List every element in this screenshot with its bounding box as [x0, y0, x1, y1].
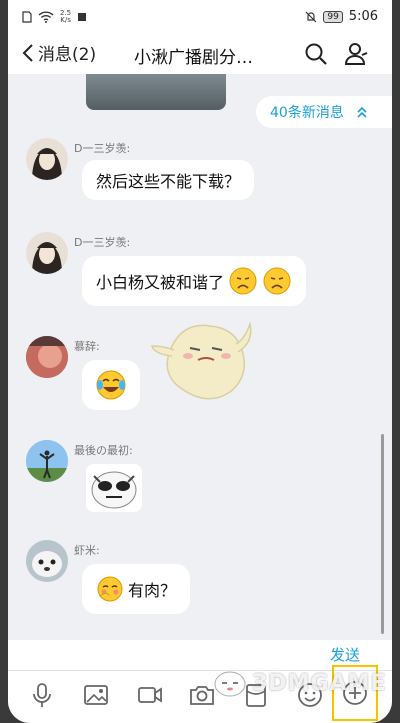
avatar[interactable] [26, 336, 68, 378]
sim-icon [22, 11, 32, 23]
new-messages-button[interactable]: 40条新消息 [256, 96, 392, 128]
clock: 5:06 [348, 9, 378, 24]
watermark-text: 3DMGAME [252, 670, 387, 696]
mute-icon [305, 11, 317, 22]
panda-face-sticker [91, 471, 137, 509]
video-icon[interactable] [136, 681, 164, 709]
double-chevron-up-icon [357, 106, 367, 118]
worried-emoji-icon [263, 267, 291, 295]
mascot-sticker [151, 321, 252, 400]
wifi-icon [38, 11, 54, 23]
phone-screen: 2.5 K/s 99 5:06 消息(2) 小湫广播剧分… 40条新消息 D一三… [8, 0, 392, 723]
shy-emoji-icon [97, 576, 123, 602]
sender-name: D一三岁羡: [74, 236, 131, 249]
image-icon[interactable] [82, 681, 110, 709]
worried-emoji-icon [229, 267, 257, 295]
previous-image-message[interactable] [86, 74, 226, 110]
microphone-icon[interactable] [28, 681, 56, 709]
sender-name: D一三岁羡: [74, 142, 131, 155]
message-bubble[interactable]: 有肉？ [82, 564, 190, 614]
tears-of-joy-emoji-icon [96, 370, 126, 400]
search-icon[interactable] [304, 42, 328, 66]
send-button[interactable]: 发送 [330, 644, 360, 665]
new-messages-label: 40条新消息 [270, 105, 344, 121]
battery-level: 99 [323, 10, 343, 23]
avatar[interactable] [26, 440, 68, 482]
sticker-message[interactable] [86, 464, 142, 512]
back-label: 消息(2) [38, 45, 97, 65]
group-members-icon[interactable] [344, 41, 370, 67]
chat-title[interactable]: 小湫广播剧分… [134, 43, 253, 68]
chat-messages[interactable]: 40条新消息 D一三岁羡: 然后这些不能下载？ D一三岁羡: 小白杨又被和谐了 [8, 74, 392, 640]
sender-name: 虾米: [74, 544, 100, 557]
avatar[interactable] [26, 540, 68, 582]
network-speed: 2.5 K/s [60, 10, 71, 24]
message-bubble[interactable]: 然后这些不能下载？ [82, 160, 254, 200]
chevron-left-icon [22, 43, 33, 62]
message-bubble[interactable] [82, 360, 140, 410]
message-text: 小白杨又被和谐了 [96, 273, 225, 292]
status-left: 2.5 K/s [22, 10, 87, 24]
avatar[interactable] [26, 232, 68, 274]
status-right: 99 5:06 [305, 9, 378, 24]
chat-header: 消息(2) 小湫广播剧分… [8, 34, 392, 74]
speed-unit: K/s [60, 16, 71, 24]
scrollbar[interactable] [381, 434, 384, 634]
notification-icon [78, 13, 87, 21]
message-text: 然后这些不能下载？ [96, 172, 241, 191]
message-text: 有肉？ [128, 581, 177, 600]
message-bubble[interactable]: 小白杨又被和谐了 [82, 256, 306, 306]
sender-name: 慕辞: [74, 340, 100, 353]
status-bar: 2.5 K/s 99 5:06 [8, 0, 392, 34]
watermark: 3DMGAME [212, 668, 386, 698]
back-button[interactable]: 消息(2) [22, 40, 96, 65]
avatar[interactable] [26, 138, 68, 180]
watermark-logo-icon [214, 671, 246, 697]
sender-name: 最後の最初: [74, 444, 133, 457]
